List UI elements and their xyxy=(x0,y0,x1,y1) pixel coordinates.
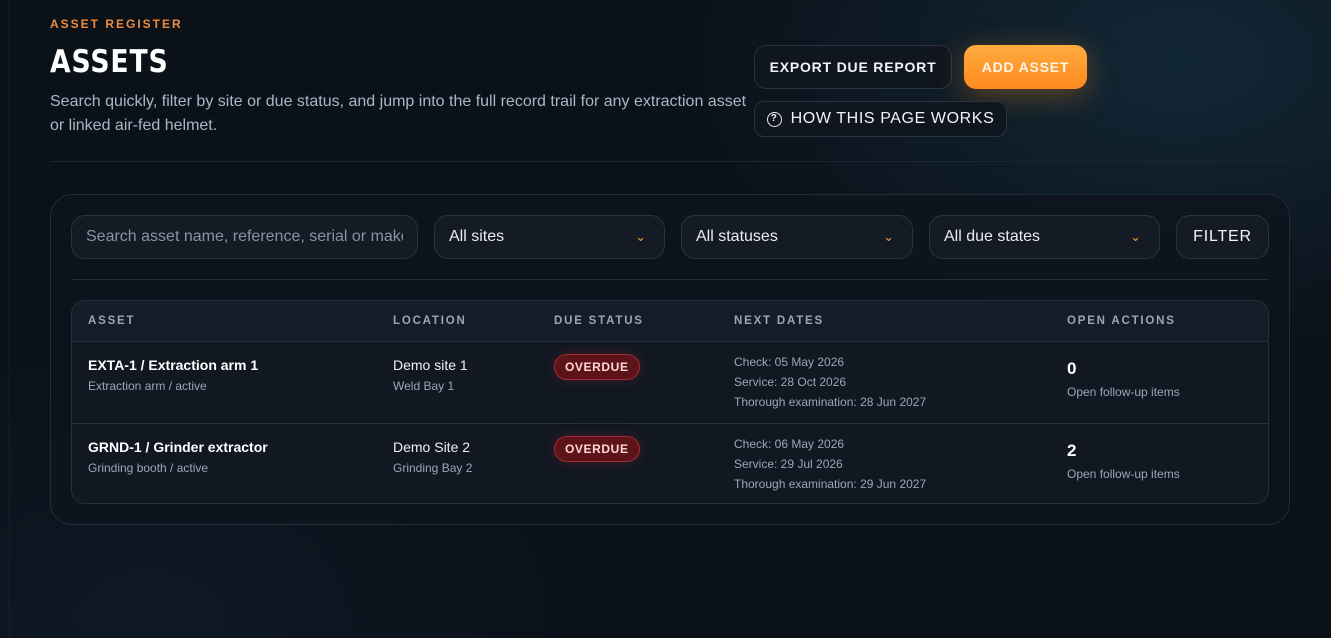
column-header-open-actions[interactable]: OPEN ACTIONS xyxy=(1067,315,1176,327)
page-eyebrow: ASSET REGISTER xyxy=(50,17,183,31)
column-header-asset[interactable]: ASSET xyxy=(88,315,135,327)
table-header: ASSET LOCATION DUE STATUS NEXT DATES OPE… xyxy=(72,301,1268,342)
asset-name-link[interactable]: GRND-1 / Grinder extractor xyxy=(88,439,268,455)
status-badge: OVERDUE xyxy=(554,436,640,462)
location-name: Demo site 1 xyxy=(393,357,468,373)
open-actions-count: 2 xyxy=(1067,441,1077,460)
chevron-down-icon: ⌄ xyxy=(883,229,894,244)
location-subtitle: Grinding Bay 2 xyxy=(393,461,473,475)
location-subtitle: Weld Bay 1 xyxy=(393,379,455,393)
export-due-report-button[interactable]: EXPORT DUE REPORT xyxy=(754,45,952,89)
page-description: Search quickly, filter by site or due st… xyxy=(50,93,747,134)
search-field[interactable] xyxy=(71,215,418,259)
question-circle-icon: ? xyxy=(766,111,782,127)
site-select-value: All sites xyxy=(449,228,505,245)
chevron-down-icon: ⌄ xyxy=(1130,229,1141,244)
next-service-date: Service: 29 Jul 2026 xyxy=(734,457,843,471)
next-exam-date: Thorough examination: 29 Jun 2027 xyxy=(734,477,927,491)
left-rail-divider xyxy=(9,0,10,638)
status-badge: OVERDUE xyxy=(554,354,640,380)
open-actions-count: 0 xyxy=(1067,359,1077,378)
location-name: Demo Site 2 xyxy=(393,439,471,455)
column-header-next-dates[interactable]: NEXT DATES xyxy=(734,315,824,327)
filter-button[interactable]: FILTER xyxy=(1176,215,1269,259)
open-actions-label: Open follow-up items xyxy=(1067,467,1180,481)
site-select[interactable]: All sites ⌄ xyxy=(434,215,665,259)
asset-subtitle: Extraction arm / active xyxy=(88,379,207,393)
assets-table: ASSET LOCATION DUE STATUS NEXT DATES OPE… xyxy=(71,300,1269,504)
next-exam-date: Thorough examination: 28 Jun 2027 xyxy=(734,395,927,409)
status-select[interactable]: All statuses ⌄ xyxy=(681,215,913,259)
next-service-date: Service: 28 Oct 2026 xyxy=(734,375,847,389)
add-asset-button[interactable]: ADD ASSET xyxy=(964,45,1087,89)
table-row[interactable]: GRND-1 / Grinder extractor Grinding boot… xyxy=(72,423,1268,503)
table-row[interactable]: EXTA-1 / Extraction arm 1 Extraction arm… xyxy=(72,342,1268,423)
filter-divider xyxy=(71,279,1269,280)
asset-name-link[interactable]: EXTA-1 / Extraction arm 1 xyxy=(88,357,258,373)
due-state-select-value: All due states xyxy=(944,228,1041,245)
chevron-down-icon: ⌄ xyxy=(635,229,646,244)
due-state-select[interactable]: All due states ⌄ xyxy=(929,215,1160,259)
next-check-date: Check: 06 May 2026 xyxy=(734,437,845,451)
search-input[interactable] xyxy=(86,228,403,246)
page-title: ASSETS xyxy=(50,44,169,80)
header-divider xyxy=(50,161,1290,162)
column-header-location[interactable]: LOCATION xyxy=(393,315,467,327)
asset-subtitle: Grinding booth / active xyxy=(88,461,209,475)
status-select-value: All statuses xyxy=(696,228,778,245)
column-header-due-status[interactable]: DUE STATUS xyxy=(554,315,644,327)
how-this-page-works-button[interactable]: ? HOW THIS PAGE WORKS xyxy=(754,101,1007,137)
next-check-date: Check: 05 May 2026 xyxy=(734,355,845,369)
how-this-page-works-label: HOW THIS PAGE WORKS xyxy=(790,110,995,127)
open-actions-label: Open follow-up items xyxy=(1067,385,1180,399)
